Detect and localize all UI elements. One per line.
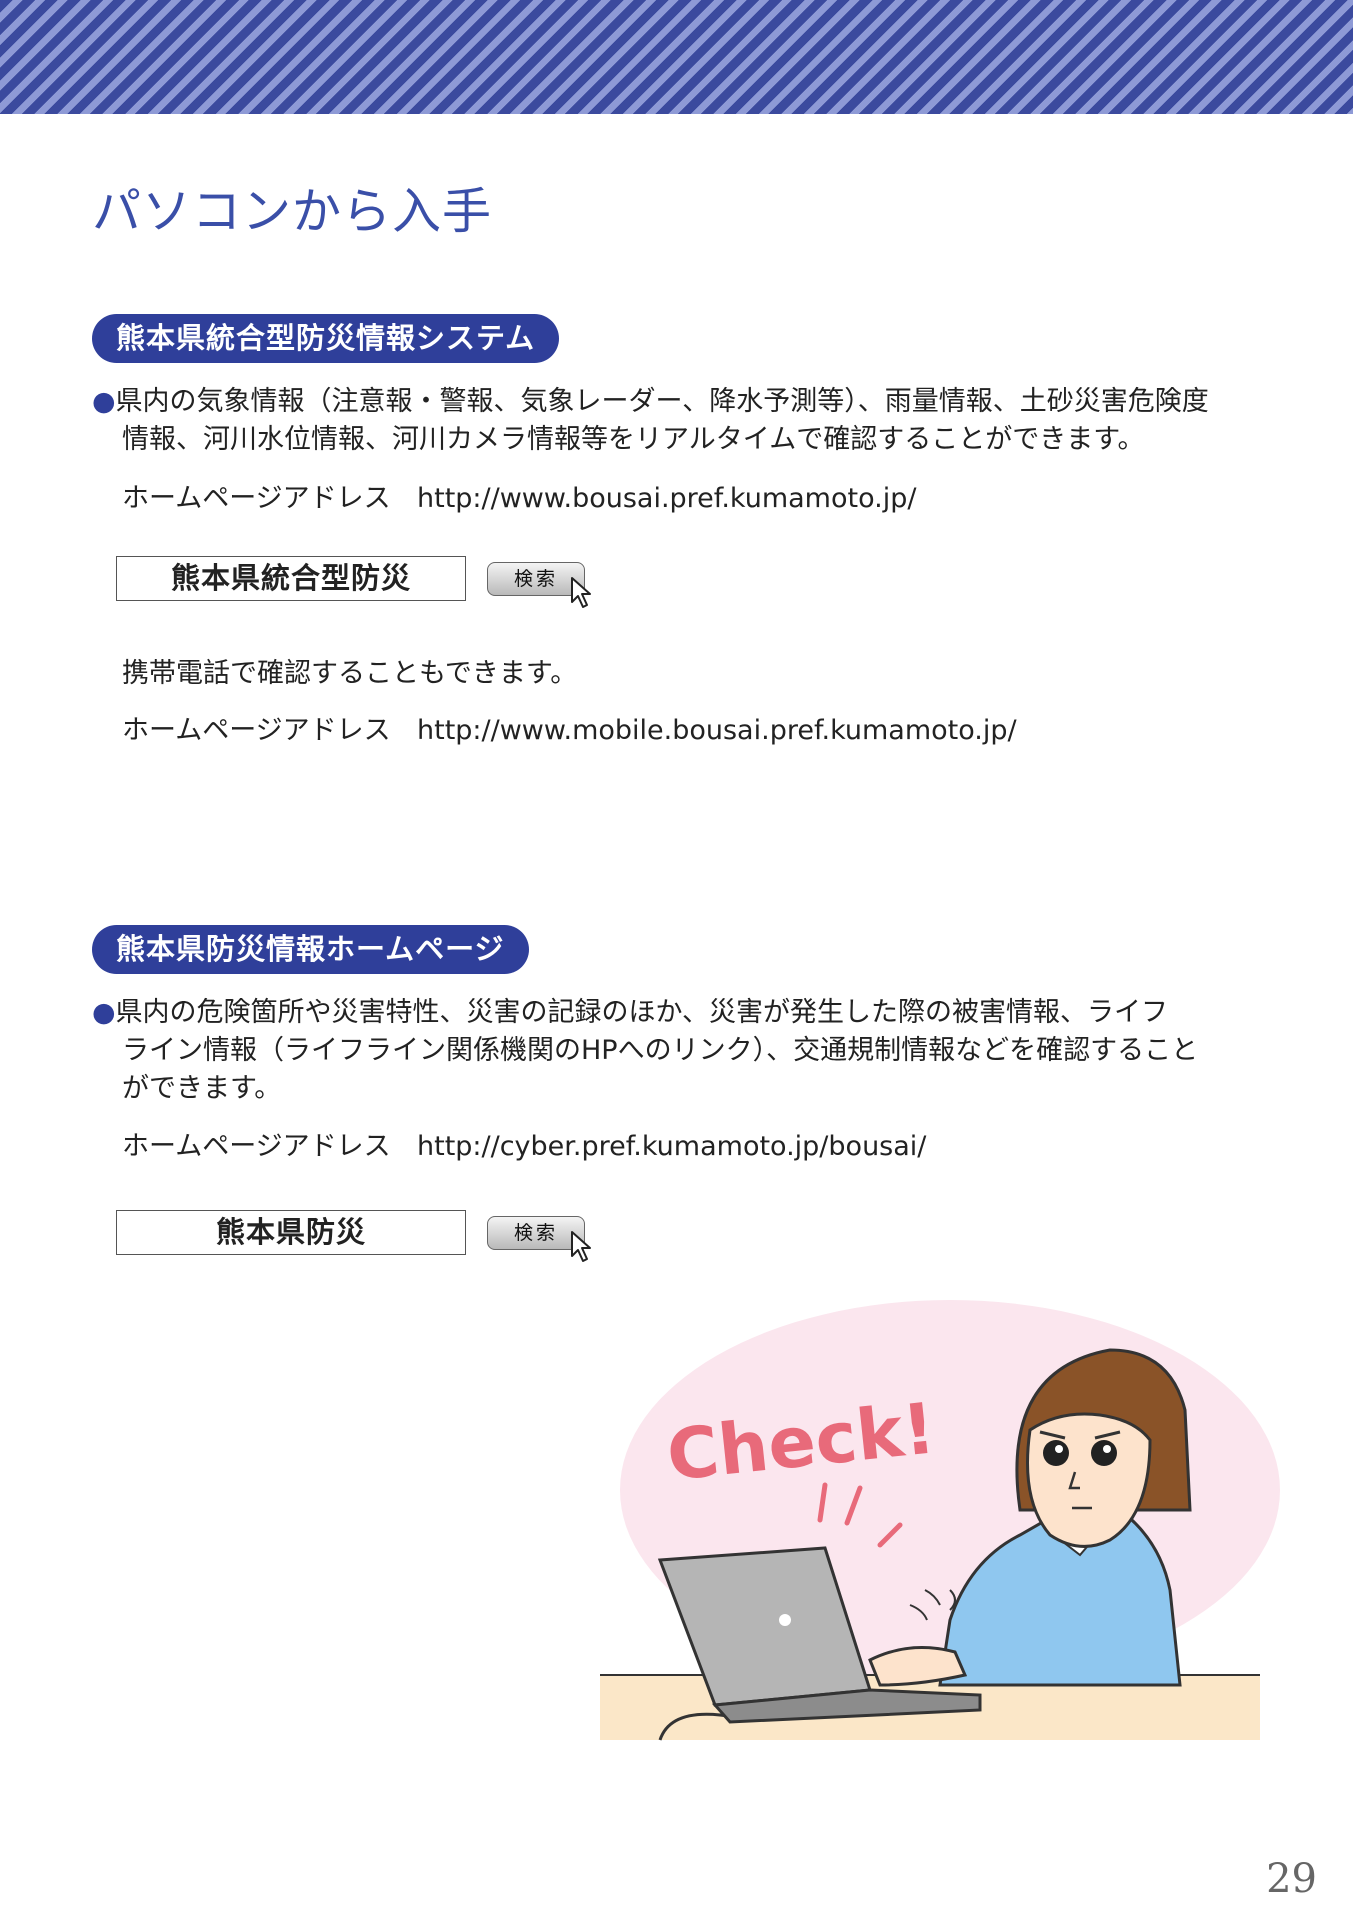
person-hands (868, 1646, 968, 1687)
search-keyword-box[interactable]: 熊本県統合型防災 (116, 556, 466, 601)
section1-description: ●県内の気象情報（注意報・警報、気象レーダー、降水予測等）、雨量情報、土砂災害危… (92, 383, 1232, 459)
mouse-cursor-icon (571, 1231, 591, 1262)
search-keyword-box[interactable]: 熊本県防災 (116, 1210, 466, 1255)
header-stripe-band (0, 0, 1353, 114)
address-link[interactable]: http://www.bousai.pref.kumamoto.jp/ (417, 483, 916, 514)
address-label: ホームページアドレス (122, 715, 391, 746)
page-title: パソコンから入手 (92, 183, 493, 240)
section1-mobile-address: ホームページアドレス http://www.mobile.bousai.pref.… (122, 712, 1017, 750)
section1-description-line1: 県内の気象情報（注意報・警報、気象レーダー、降水予測等）、雨量情報、土砂災害危険… (115, 386, 1209, 417)
section-heading-integrated-system: 熊本県統合型防災情報システム (92, 314, 560, 363)
section2-address: ホームページアドレス http://cyber.pref.kumamoto.jp/… (122, 1128, 926, 1166)
section1-description-line2: 情報、河川水位情報、河川カメラ情報等をリアルタイムで確認することができます。 (122, 424, 1145, 455)
section2-description-line2: ライン情報（ライフライン関係機関のHPへのリンク）、交通規制情報などを確認するこ… (122, 1035, 1199, 1066)
section-heading-disaster-homepage: 熊本県防災情報ホームページ (92, 925, 529, 974)
mouse-cursor-icon (571, 577, 591, 608)
address-label: ホームページアドレス (122, 1131, 391, 1162)
section1-address: ホームページアドレス http://www.bousai.pref.kumamot… (122, 480, 916, 518)
bullet-icon: ● (92, 386, 116, 417)
person-checking-laptop-illustration: Check! (600, 1300, 1280, 1741)
section2-description-line1: 県内の危険箇所や災害特性、災害の記録のほか、災害が発生した際の被害情報、ライフ (115, 997, 1169, 1028)
page-number: 29 (1266, 1856, 1317, 1902)
bullet-icon: ● (92, 997, 116, 1028)
section2-description-line3: ができます。 (122, 1073, 282, 1104)
address-link[interactable]: http://cyber.pref.kumamoto.jp/bousai/ (417, 1131, 926, 1162)
laptop-logo-icon (779, 1614, 791, 1626)
mobile-text: 携帯電話で確認することもできます。 (122, 658, 578, 689)
address-label: ホームページアドレス (122, 483, 391, 514)
section2-description: ●県内の危険箇所や災害特性、災害の記録のほか、災害が発生した際の被害情報、ライフ… (92, 994, 1232, 1108)
mobile-address-link[interactable]: http://www.mobile.bousai.pref.kumamoto.j… (417, 715, 1017, 746)
